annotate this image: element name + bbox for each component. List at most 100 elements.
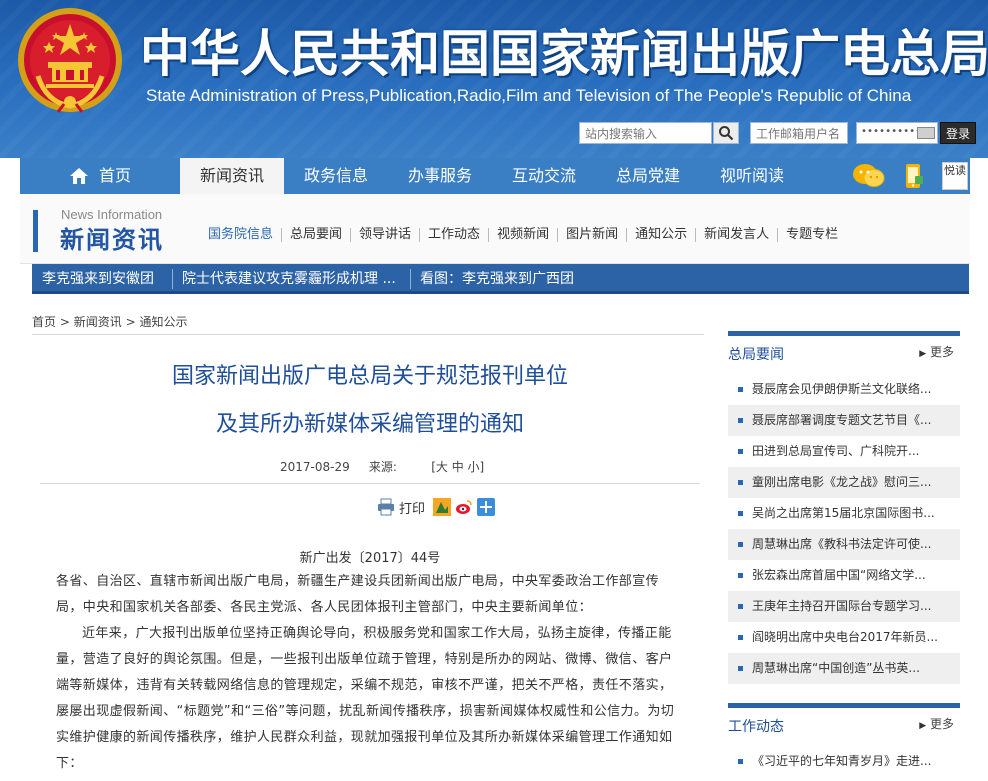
search-button[interactable] xyxy=(713,122,739,144)
login-button[interactable]: 登录 xyxy=(940,122,976,144)
triangle-right-icon: ▶ xyxy=(919,721,927,731)
article-paragraph: 近年来，广大报刊出版单位坚持正确舆论导向，积极服务党和国家工作大局，弘扬主旋律，… xyxy=(56,626,675,771)
list-item[interactable]: 周慧琳出席“中国创造”丛书英... xyxy=(728,653,960,684)
mobile-icon[interactable] xyxy=(904,163,924,189)
search-input[interactable]: 站内搜索输入 xyxy=(579,122,712,144)
search-icon xyxy=(719,126,734,141)
list-item-text: 周慧琳出席“中国创造”丛书英... xyxy=(752,661,920,675)
section-title-cn: 新闻资讯 xyxy=(60,226,164,254)
printer-icon[interactable] xyxy=(377,498,395,516)
share-more-icon[interactable] xyxy=(477,498,496,516)
nav-item-news[interactable]: 新闻资讯 xyxy=(180,158,284,194)
site-title-en: State Administration of Press,Publicatio… xyxy=(146,86,912,105)
list-item-text: 《习近平的七年知青岁月》走进... xyxy=(752,754,932,768)
article-meta: 2017-08-29 来源: [大 中 小] xyxy=(280,458,484,475)
subnav-link-state-council[interactable]: 国务院信息 xyxy=(200,228,283,242)
headline-ticker: 李克强来到安徽团 院士代表建议攻克雾霾形成机理 ... 看图：李克强来到广西团 xyxy=(32,264,969,294)
list-item-text: 童刚出席电影《龙之战》慰问三... xyxy=(752,475,932,489)
list-item-text: 聂辰席部署调度专题文艺节目《... xyxy=(752,413,932,427)
breadcrumb-notices[interactable]: 通知公示 xyxy=(139,315,187,329)
bullet-icon xyxy=(738,511,743,516)
mail-username-input[interactable]: 工作邮箱用户名 xyxy=(750,122,848,144)
nav-item-services[interactable]: 办事服务 xyxy=(388,158,492,194)
subnav-link-spokesperson[interactable]: 新闻发言人 xyxy=(696,228,779,242)
subnav-link-work-updates[interactable]: 工作动态 xyxy=(420,228,490,242)
subnav-link-special-topics[interactable]: 专题专栏 xyxy=(778,228,846,242)
subnav-link-headquarters-news[interactable]: 总局要闻 xyxy=(282,228,352,242)
bullet-icon xyxy=(738,666,743,671)
share-weibo-icon[interactable] xyxy=(455,498,473,516)
share-qzone-icon[interactable] xyxy=(433,498,452,516)
list-item-text: 周慧琳出席《教科书法定许可使... xyxy=(752,537,932,551)
subnav-link-photo-news[interactable]: 图片新闻 xyxy=(558,228,628,242)
nav-item-interaction[interactable]: 互动交流 xyxy=(492,158,596,194)
nav-item-party[interactable]: 总局党建 xyxy=(596,158,700,194)
article-title-line1: 国家新闻出版广电总局关于规范报刊单位 xyxy=(171,364,568,389)
article-paragraph: 各省、自治区、直辖市新闻出版广电局，新疆生产建设兵团新闻出版广电局，中央军委政治… xyxy=(56,574,660,615)
list-item[interactable]: 张宏森出席首届中国“网络文学... xyxy=(728,560,960,591)
more-link[interactable]: ▶ 更多 xyxy=(919,343,954,360)
list-item-text: 田进到总局宣传司、广科院开... xyxy=(752,444,920,458)
breadcrumb-separator: > xyxy=(59,315,70,329)
breadcrumb-divider xyxy=(32,334,704,335)
list-item-text: 聂辰席会见伊朗伊斯兰文化联络... xyxy=(752,382,932,396)
nav-item-home[interactable]: 首页 xyxy=(20,158,180,194)
bullet-icon xyxy=(738,449,743,454)
list-item[interactable]: 聂辰席会见伊朗伊斯兰文化联络... xyxy=(728,374,960,405)
home-icon xyxy=(69,168,88,184)
article-title-line2: 及其所办新媒体采编管理的通知 xyxy=(215,412,524,437)
bullet-icon xyxy=(738,387,743,392)
article-date: 2017-08-29 xyxy=(280,460,350,474)
list-item[interactable]: 王庚年主持召开国际台专题学习... xyxy=(728,591,960,622)
site-title-cn: 中华人民共和国国家新闻出版广电总局 xyxy=(140,24,988,83)
breadcrumb-news[interactable]: 新闻资讯 xyxy=(74,315,122,329)
meta-divider xyxy=(40,483,700,484)
bullet-icon xyxy=(738,759,743,764)
print-button[interactable]: 打印 xyxy=(399,498,425,517)
list-item-text: 王庚年主持召开国际台专题学习... xyxy=(752,599,932,613)
sub-nav: News Information 新闻资讯 国务院信息 总局要闻 领导讲话 工作… xyxy=(20,194,970,264)
more-link[interactable]: ▶ 更多 xyxy=(919,715,954,732)
article-source-label: 来源: xyxy=(368,460,397,474)
list-item[interactable]: 吴尚之出席第15届北京国际图书... xyxy=(728,498,960,529)
list-item[interactable]: 《习近平的七年知青岁月》走进... xyxy=(728,746,960,777)
wechat-icon[interactable] xyxy=(852,162,886,190)
sidebar-list: 聂辰席会见伊朗伊斯兰文化联络... 聂辰席部署调度专题文艺节目《... 田进到总… xyxy=(728,374,960,684)
breadcrumb-separator: > xyxy=(125,315,136,329)
sidebar-section-title: 工作动态 xyxy=(728,719,784,735)
sidebar-top-bar xyxy=(728,703,960,708)
list-item[interactable]: 童刚出席电影《龙之战》慰问三... xyxy=(728,467,960,498)
list-item-text: 张宏森出席首届中国“网络文学... xyxy=(752,568,926,582)
ticker-separator xyxy=(172,269,173,289)
list-item-text: 吴尚之出席第15届北京国际图书... xyxy=(752,506,935,520)
keyboard-icon[interactable] xyxy=(917,127,935,139)
list-item[interactable]: 田进到总局宣传司、广科院开... xyxy=(728,436,960,467)
list-item[interactable]: 阎晓明出席中央电台2017年新员... xyxy=(728,622,960,653)
triangle-right-icon: ▶ xyxy=(919,349,927,359)
list-item[interactable]: 聂辰席部署调度专题文艺节目《... xyxy=(728,405,960,436)
breadcrumb-home[interactable]: 首页 xyxy=(32,315,56,329)
breadcrumb: 首页 > 新闻资讯 > 通知公示 xyxy=(32,313,187,330)
sidebar-section-header: 总局要闻 ▶ 更多 xyxy=(728,338,960,366)
ticker-separator xyxy=(410,269,411,289)
nav-item-audiovisual[interactable]: 视听阅读 xyxy=(700,158,804,194)
sidebar-section-title: 总局要闻 xyxy=(728,347,784,363)
section-accent-bar xyxy=(33,210,38,252)
bullet-icon xyxy=(738,604,743,609)
list-item-text: 阎晓明出席中央电台2017年新员... xyxy=(752,630,938,644)
document-number: 新广出发〔2017〕44号 xyxy=(299,551,441,566)
subnav-link-speeches[interactable]: 领导讲话 xyxy=(351,228,421,242)
subnav-link-notices[interactable]: 通知公示 xyxy=(627,228,697,242)
bullet-icon xyxy=(738,635,743,640)
ticker-item[interactable]: 李克强来到安徽团 xyxy=(42,264,154,294)
sidebar-top-bar xyxy=(728,331,960,336)
reading-icon[interactable]: 悦读 xyxy=(942,162,968,190)
subnav-links: 国务院信息 总局要闻 领导讲话 工作动态 视频新闻 图片新闻 通知公示 新闻发言… xyxy=(200,228,846,248)
ticker-item[interactable]: 院士代表建议攻克雾霾形成机理 ... xyxy=(182,264,396,294)
sidebar-list: 《习近平的七年知青岁月》走进... xyxy=(728,746,960,777)
ticker-item[interactable]: 看图：李克强来到广西团 xyxy=(420,264,574,294)
list-item[interactable]: 周慧琳出席《教科书法定许可使... xyxy=(728,529,960,560)
font-size-switcher[interactable]: [大 中 小] xyxy=(431,460,484,474)
subnav-link-video-news[interactable]: 视频新闻 xyxy=(489,228,559,242)
nav-item-government[interactable]: 政务信息 xyxy=(284,158,388,194)
